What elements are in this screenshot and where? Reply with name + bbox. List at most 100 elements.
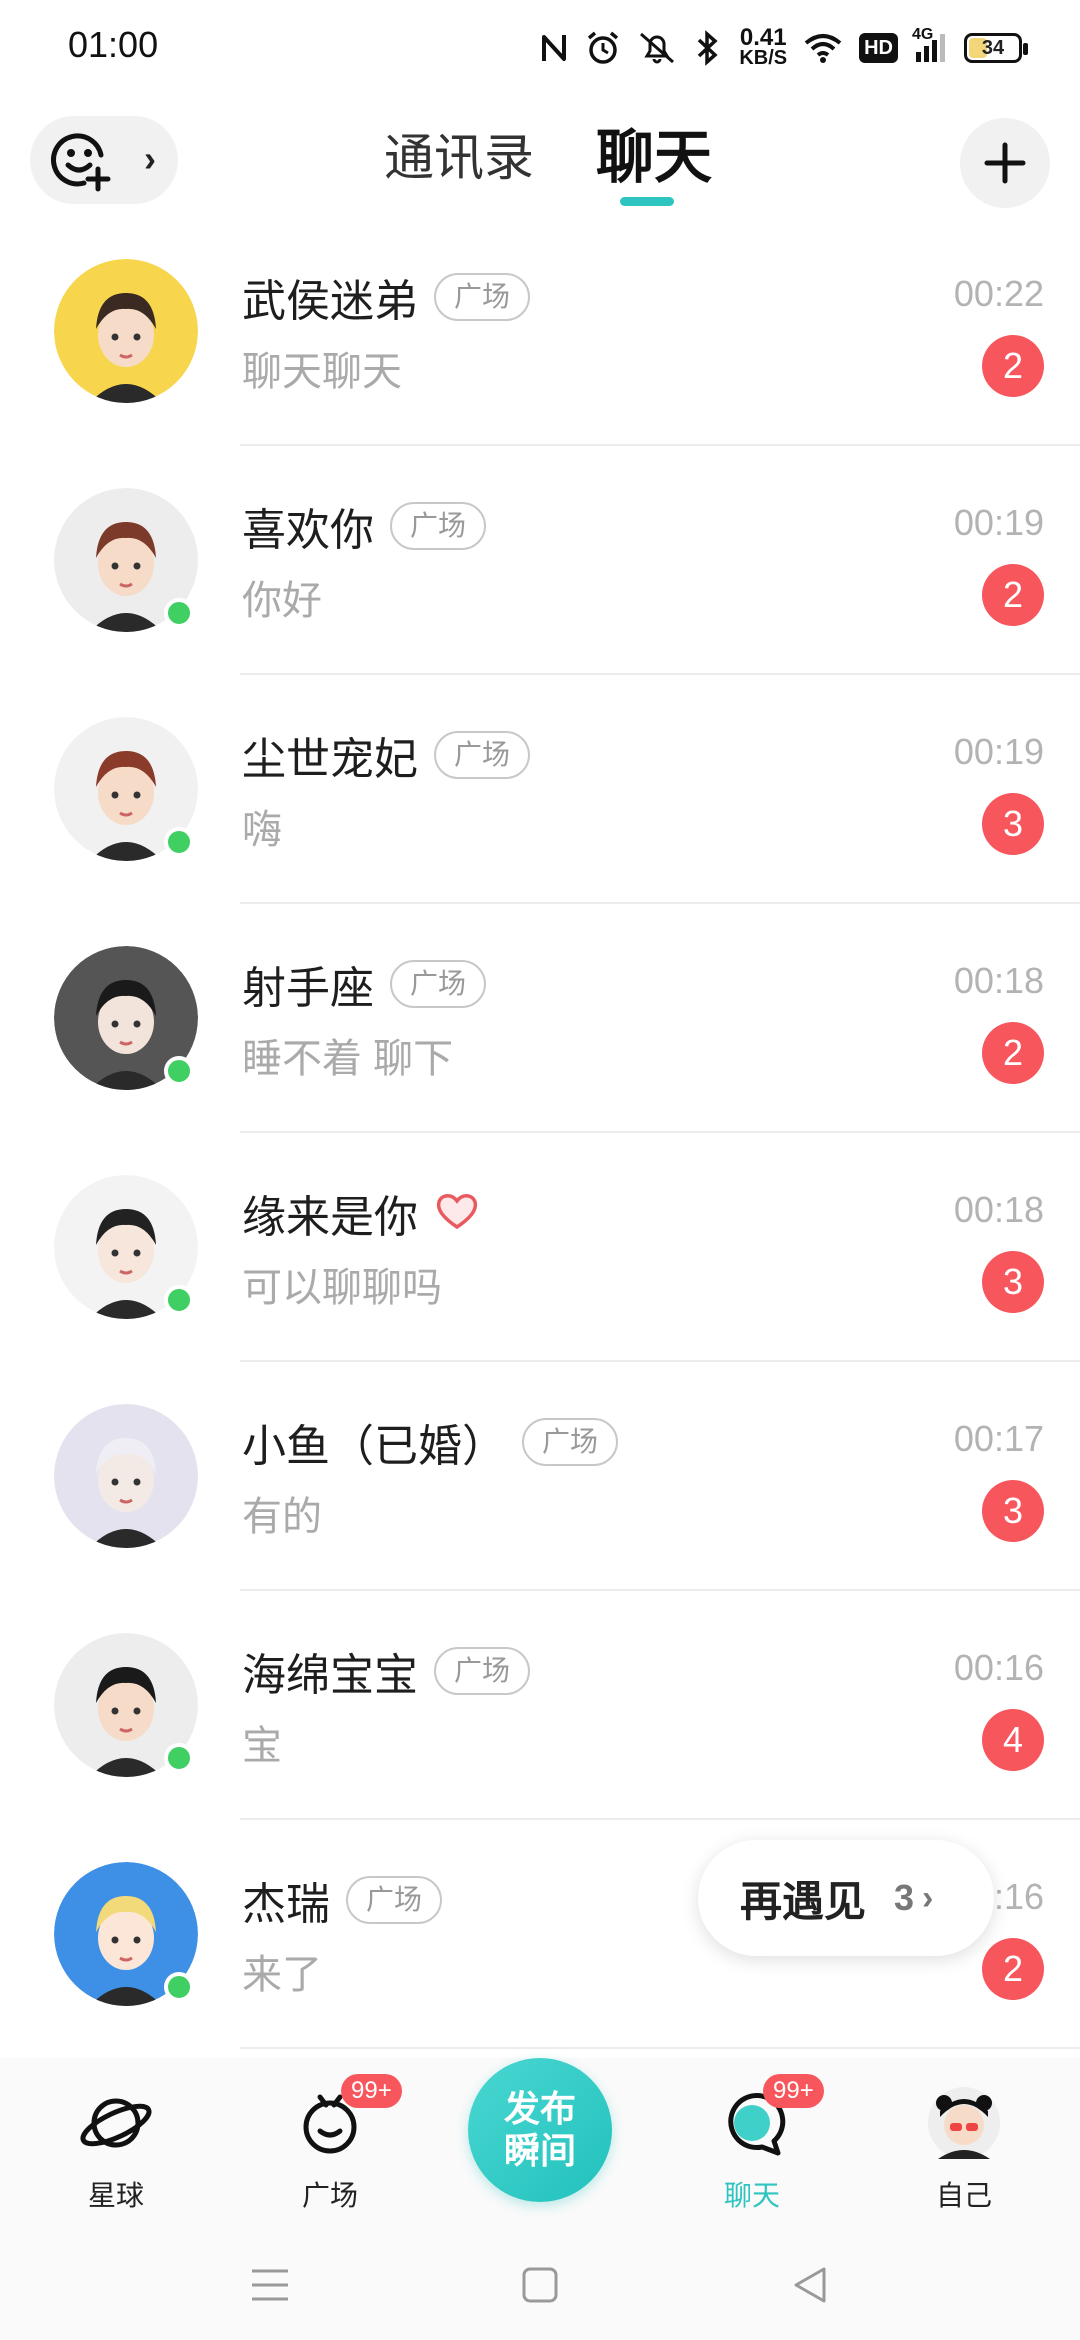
tab-chat-label: 聊天 xyxy=(596,125,713,190)
smiley-add-icon xyxy=(51,133,111,192)
chevron-right-icon: › xyxy=(144,138,156,179)
message-time: 00:18 xyxy=(953,960,1044,1001)
name-line: 小鱼（已婚） 广场 xyxy=(242,1410,619,1474)
avatar[interactable] xyxy=(54,259,198,403)
status-bar: 01:00 0.41 KB/S HD 4G 34 xyxy=(0,0,1080,96)
message-preview: 嗨 xyxy=(242,808,282,852)
unread-badge: 3 xyxy=(982,1251,1044,1313)
heart-icon xyxy=(434,1191,480,1236)
unread-badge: 3 xyxy=(982,1480,1044,1542)
network-label: 4G xyxy=(912,26,934,43)
chat-row[interactable]: 武侯迷弟 广场 聊天聊天 00:22 2 xyxy=(0,217,1080,446)
unread-badge: 3 xyxy=(982,793,1044,855)
menu-icon[interactable] xyxy=(245,2260,295,2310)
add-friend-button[interactable]: › xyxy=(30,116,178,204)
battery-icon: 34 xyxy=(964,33,1028,63)
chat-row[interactable]: 小鱼（已婚） 广场 有的 00:17 3 xyxy=(0,1362,1080,1591)
nav-item-chat[interactable]: 99+ 聊天 xyxy=(672,2074,832,2214)
remeet-button[interactable]: 再遇见 3 › xyxy=(698,1840,994,1956)
net-speed-value: 0.41 xyxy=(739,24,787,51)
nav-label-planet: 星球 xyxy=(87,2180,144,2211)
chat-row[interactable]: 缘来是你可以聊聊吗 00:18 3 xyxy=(0,1133,1080,1362)
chat-list[interactable]: 姐亲好2武侯迷弟广场聊天聊天00:222喜欢你广场你好00:192尘世宠妃广场嗨… xyxy=(0,150,1080,2058)
chat-row[interactable]: 喜欢你 广场 你好 00:19 2 xyxy=(0,446,1080,675)
message-preview: 睡不着 聊下 xyxy=(242,1037,454,1081)
name-line: 喜欢你 广场 xyxy=(242,494,487,558)
nfc-icon xyxy=(539,26,569,70)
square-icon: 99+ xyxy=(285,2074,402,2168)
chat-row[interactable]: 射手座 广场 睡不着 聊下 00:18 2 xyxy=(0,904,1080,1133)
name-line: 射手座 广场 xyxy=(242,952,487,1016)
battery-level: 34 xyxy=(981,36,1005,59)
avatar[interactable] xyxy=(54,1404,198,1548)
chevron-right-icon: › xyxy=(922,1878,934,1917)
message-preview: 聊天聊天 xyxy=(242,350,402,394)
signal-icon: 4G xyxy=(912,26,948,70)
nav-badge-square: 99+ xyxy=(341,2074,402,2108)
message-time: 00:22 xyxy=(953,273,1044,314)
header: › 通讯录 聊天 xyxy=(0,96,1080,226)
nav-label-me: 自己 xyxy=(935,2180,992,2211)
system-nav-bar xyxy=(0,2230,1080,2340)
chat-row[interactable]: 海绵宝宝 广场宝 00:16 4 xyxy=(0,1591,1080,1820)
publish-line-1: 发布 xyxy=(503,2088,576,2129)
publish-moment-button[interactable]: 发布 瞬间 xyxy=(468,2058,612,2202)
status-time: 01:00 xyxy=(68,24,159,65)
plus-button[interactable] xyxy=(960,118,1050,208)
unread-badge: 2 xyxy=(982,1938,1044,2000)
home-icon[interactable] xyxy=(515,2260,565,2310)
bluetooth-icon xyxy=(693,26,723,70)
source-tag: 广场 xyxy=(434,273,531,321)
net-speed-unit: KB/S xyxy=(739,47,788,69)
contact-name: 武侯迷弟 xyxy=(242,277,418,326)
message-preview: 你好 xyxy=(242,579,322,623)
nav-label-square: 广场 xyxy=(301,2180,358,2211)
unread-badge: 4 xyxy=(982,1709,1044,1771)
online-indicator xyxy=(164,1285,194,1315)
message-time: 00:16 xyxy=(953,1647,1044,1688)
contact-name: 缘来是你 xyxy=(242,1193,418,1242)
online-indicator xyxy=(164,598,194,628)
contact-name: 尘世宠妃 xyxy=(242,735,418,784)
planet-icon xyxy=(71,2078,161,2168)
nav-item-square[interactable]: 99+ 广场 xyxy=(250,2074,410,2214)
nav-badge-chat: 99+ xyxy=(763,2074,824,2108)
chat-row[interactable]: 尘世宠妃 广场嗨 00:19 3 xyxy=(0,675,1080,904)
online-indicator xyxy=(164,1972,194,2002)
online-indicator xyxy=(164,827,194,857)
tab-contacts[interactable]: 通讯录 xyxy=(384,128,534,188)
bottom-nav: 星球 99+ 广场 发布 瞬间 99+ 聊天 自己 xyxy=(0,2058,1080,2230)
nav-item-planet[interactable]: 星球 xyxy=(36,2078,196,2214)
message-preview: 可以聊聊吗 xyxy=(242,1266,442,1310)
name-line: 缘来是你 xyxy=(242,1181,480,1245)
name-line: 杰瑞 广场 xyxy=(242,1868,443,1932)
alarm-icon xyxy=(585,26,621,70)
remeet-count: 3 xyxy=(894,1877,915,1918)
nav-item-me[interactable]: 自己 xyxy=(884,2078,1044,2214)
mute-icon xyxy=(637,26,677,70)
message-time: 00:17 xyxy=(953,1418,1044,1459)
contact-name: 小鱼（已婚） xyxy=(242,1422,506,1471)
hd-icon: HD xyxy=(859,33,898,63)
source-tag: 广场 xyxy=(434,731,531,779)
online-indicator xyxy=(164,1056,194,1086)
source-tag: 广场 xyxy=(522,1418,619,1466)
message-time: 00:18 xyxy=(953,1189,1044,1230)
status-icons: 0.41 KB/S HD 4G 34 xyxy=(539,24,1028,70)
name-line: 尘世宠妃 广场 xyxy=(242,723,531,787)
message-time: 00:19 xyxy=(953,731,1044,772)
contact-name: 杰瑞 xyxy=(242,1880,330,1929)
message-preview: 来了 xyxy=(242,1953,322,1997)
contact-name: 射手座 xyxy=(242,964,374,1013)
contact-name: 喜欢你 xyxy=(242,506,374,555)
tab-chat[interactable]: 聊天 xyxy=(596,125,713,206)
wifi-icon xyxy=(803,26,843,70)
back-icon[interactable] xyxy=(785,2260,835,2310)
avatar-me xyxy=(919,2078,1009,2168)
contact-name: 海绵宝宝 xyxy=(242,1651,418,1700)
top-tabs: 通讯录 聊天 xyxy=(384,125,713,206)
remeet-label: 再遇见 xyxy=(740,1877,867,1925)
unread-badge: 2 xyxy=(982,335,1044,397)
source-tag: 广场 xyxy=(390,502,487,550)
plus-icon xyxy=(984,142,1026,184)
